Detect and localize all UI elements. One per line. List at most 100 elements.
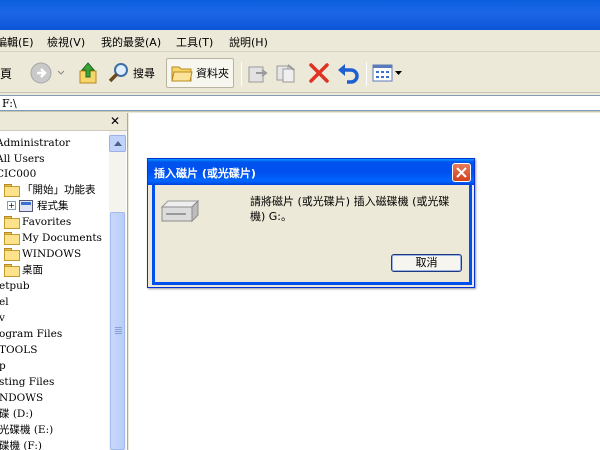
views-button[interactable] [372,60,402,86]
folder-icon [4,184,20,197]
menu-tools[interactable]: 工具(T) [176,34,213,50]
folder-icon [4,216,20,229]
scroll-up-button[interactable] [109,135,126,152]
tree-item-label: NDOWS [0,391,44,404]
tree-item-label: Favorites [22,215,72,228]
views-grid-icon [372,64,393,82]
tree-item-label: WINDOWS [22,247,82,260]
tree-item-label: sting Files [0,375,55,388]
chevron-down-icon [395,70,402,75]
forward-button[interactable] [29,60,65,86]
tree-item-temp[interactable]: p [0,358,6,373]
menu-favorites[interactable]: 我的最愛(A) [101,34,161,50]
delete-x-icon [309,63,329,83]
folder-icon [171,66,193,82]
tree-item-drive-f[interactable]: 碟機 (F:) [0,438,42,450]
grip-line [115,333,122,334]
tree-item-cic000[interactable]: CIC000 [0,166,36,181]
tree-item-drive-e[interactable]: 光碟機 (E:) [0,422,53,437]
folder-pane-header: ✕ [0,113,127,131]
tree-item-all-users[interactable]: All Users [0,151,45,166]
up-folder-button[interactable] [78,60,100,86]
dialog-close-button[interactable] [452,163,471,182]
scroll-thumb[interactable] [110,212,125,450]
search-icon [108,63,128,83]
expand-plus-icon[interactable]: + [7,201,16,210]
folder-pane: ✕ Administrator All Users CIC000 「開始」功能表… [0,113,128,450]
undo-button[interactable] [337,60,361,86]
tree-item-label: ogram Files [0,327,63,340]
tree-item-label: 「開始」功能表 [22,184,96,196]
tree-item-program-files[interactable]: ogram Files [0,326,62,341]
drive-icon [160,199,200,223]
tree-item-label: etpub [0,279,30,292]
tree-item-programs[interactable]: + 程式集 [7,198,69,213]
programs-icon [19,199,33,212]
move-to-icon [248,66,268,83]
back-button-label-remnant[interactable]: 頁 [0,60,12,86]
folders-button[interactable]: 資料夾 [166,58,234,88]
tree-item-label: 桌面 [22,264,43,276]
dialog-titlebar[interactable]: 插入磁片 (或光碟片) [148,159,474,185]
tree-item-desktop[interactable]: 桌面 [4,262,43,277]
tree-item-label: TOOLS [0,343,38,356]
tree-item-hosting-files[interactable]: sting Files [0,374,54,389]
chevron-down-icon [57,70,65,75]
search-button[interactable]: 搜尋 [108,60,155,86]
toolbar-separator [241,62,242,86]
tree-item-label: el [0,295,9,308]
tree-item-administrator[interactable]: Administrator [0,135,70,150]
tree-item-label: Administrator [0,136,71,149]
address-value: F:\ [2,97,17,110]
dialog-title: 插入磁片 (或光碟片) [154,167,256,180]
menu-help[interactable]: 說明(H) [229,34,268,50]
tree-item-intel[interactable]: el [0,294,9,309]
forward-arrow-icon [30,62,52,84]
address-field[interactable]: F:\ [0,95,600,111]
menu-view[interactable]: 檢視(V) [47,34,85,50]
tree-item-start-menu[interactable]: 「開始」功能表 [4,182,96,197]
cancel-button[interactable]: 取消 [391,254,462,272]
close-icon [456,167,467,178]
grip-line [115,329,122,330]
grip-line [115,331,122,332]
tree-item-label: 程式集 [37,200,69,212]
close-pane-button[interactable]: ✕ [108,114,122,128]
up-folder-icon [79,62,97,84]
folder-pane-scrollbar[interactable] [109,131,126,450]
tree-item-label: CIC000 [0,167,37,180]
tree-item-label: v [0,311,5,324]
dialog-message: 請將磁片 (或光碟片) 插入磁碟機 (或光碟機) G:。 [250,195,450,223]
tree-item-windows[interactable]: WINDOWS [4,246,81,261]
folder-tree: Administrator All Users CIC000 「開始」功能表 +… [0,131,109,450]
tree-item-favorites[interactable]: Favorites [4,214,71,229]
toolbar-separator [366,62,367,86]
move-to-button[interactable] [247,60,269,86]
folder-icon [4,264,20,277]
menu-bar: 編輯(E) 檢視(V) 我的最愛(A) 工具(T) 說明(H) [0,30,600,52]
toolbar: 頁 搜尋 資料夾 [0,53,600,93]
folders-label: 資料夾 [196,67,229,80]
tree-item-label: All Users [0,152,45,165]
window-titlebar [0,0,600,30]
tree-item-label: 碟機 (F:) [0,440,42,450]
tree-item-inetpub[interactable]: etpub [0,278,30,293]
grip-line [115,327,122,328]
copy-to-button[interactable] [276,60,298,86]
tree-item-label: My Documents [22,231,102,244]
menu-edit[interactable]: 編輯(E) [0,34,34,50]
delete-button[interactable] [308,60,330,86]
tree-item-my-documents[interactable]: My Documents [4,230,102,245]
search-label: 搜尋 [133,67,155,80]
tree-item-windows-root[interactable]: NDOWS [0,390,43,405]
address-bar: F:\ [0,94,600,112]
tree-item-label: 碟 (D:) [0,408,33,420]
folder-icon [4,232,20,245]
tree-item-drive-d[interactable]: 碟 (D:) [0,406,33,421]
undo-icon [338,64,359,84]
folder-icon [4,248,20,261]
tree-item-tools[interactable]: TOOLS [0,342,37,357]
tree-item-label: 光碟機 (E:) [0,424,54,436]
tree-item-drv[interactable]: v [0,310,5,325]
tree-item-label: p [0,359,6,372]
